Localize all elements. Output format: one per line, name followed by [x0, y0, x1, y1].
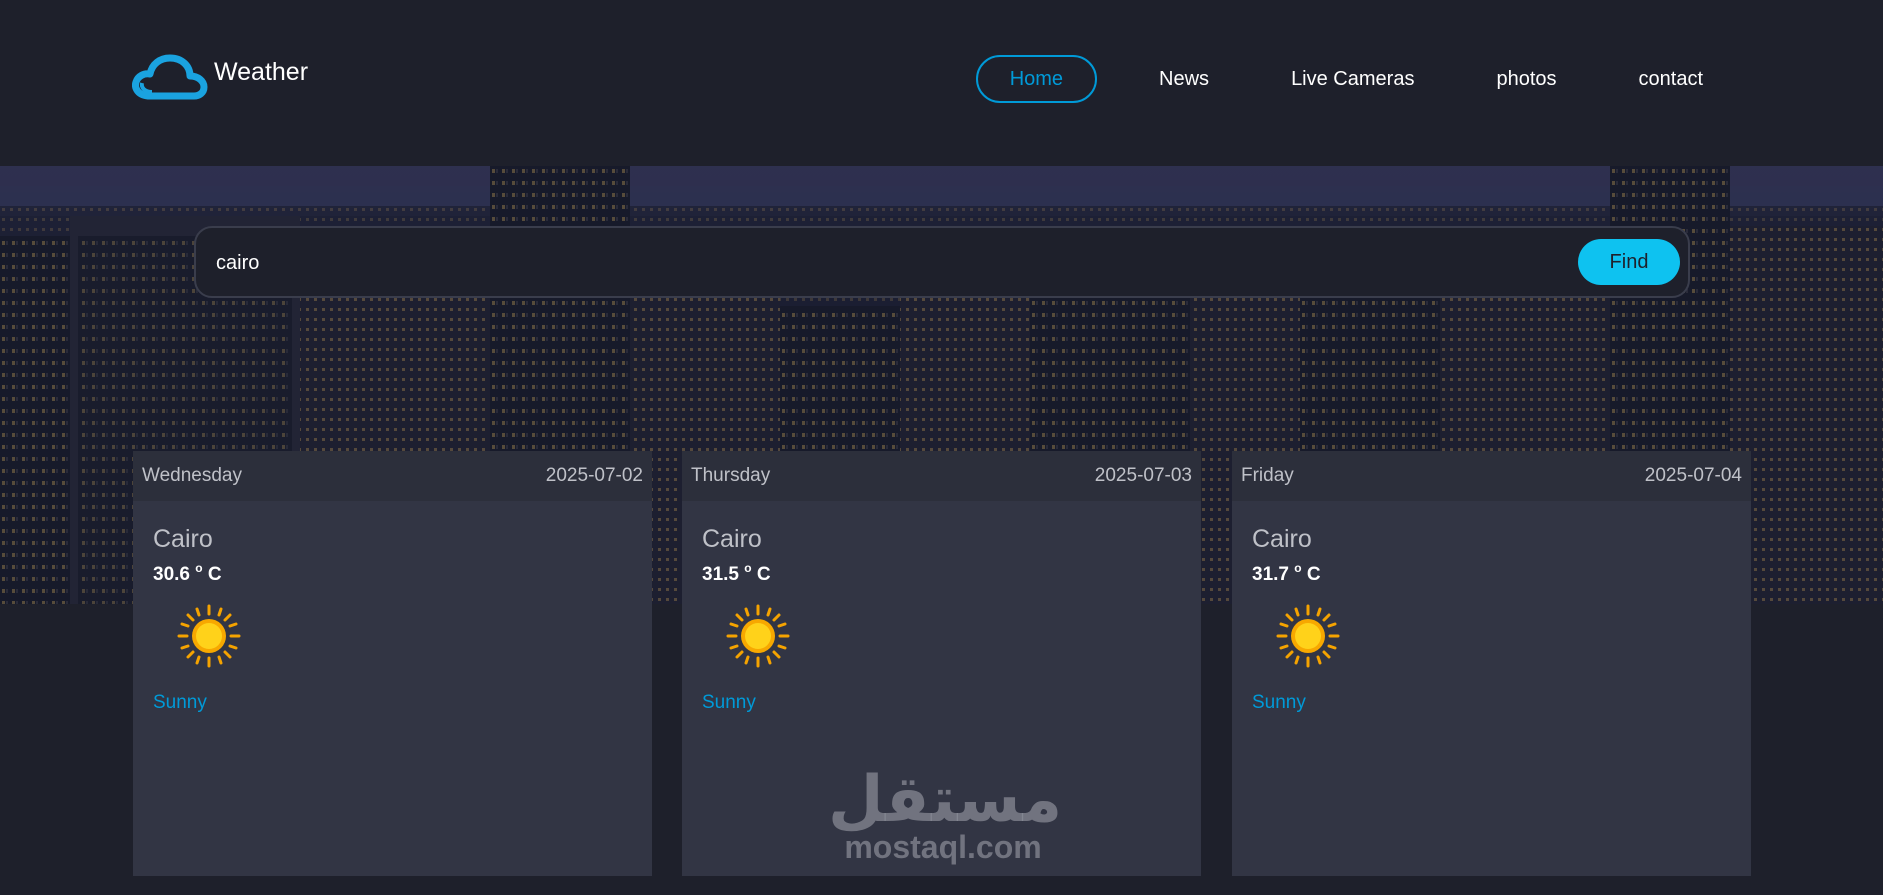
- nav-contact[interactable]: contact: [1619, 57, 1723, 101]
- sun-icon: [726, 604, 790, 668]
- card-body: Cairo 30.6 o C Sunny: [133, 501, 652, 734]
- sun-icon: [1276, 604, 1340, 668]
- date-label: 2025-07-02: [545, 465, 643, 486]
- day-label: Thursday: [691, 465, 771, 486]
- temperature: 30.6 o C: [153, 561, 222, 585]
- forecast-card-wednesday: Wednesday 2025-07-02 Cairo 30.6 o C Sunn…: [133, 451, 652, 876]
- site-header: Weather Home News Live Cameras photos co…: [0, 0, 1883, 166]
- condition-text: Sunny: [1252, 692, 1306, 713]
- cloud-logo-icon: [132, 54, 208, 100]
- logo[interactable]: Weather: [132, 54, 308, 100]
- search-bar: Find: [194, 226, 1690, 298]
- forecast-card-friday: Friday 2025-07-04 Cairo 31.7 o C Sunny: [1232, 451, 1751, 876]
- card-header: Thursday 2025-07-03: [682, 451, 1201, 501]
- brand-name: Weather: [214, 57, 309, 86]
- card-header: Friday 2025-07-04: [1232, 451, 1751, 501]
- watermark-arabic: مستقل: [828, 763, 1063, 837]
- find-button[interactable]: Find: [1578, 239, 1680, 285]
- city-name: Cairo: [153, 525, 213, 553]
- day-label: Wednesday: [142, 465, 242, 486]
- city-name: Cairo: [1252, 525, 1312, 553]
- condition-text: Sunny: [702, 692, 756, 713]
- nav-photos[interactable]: photos: [1476, 57, 1576, 101]
- search-input[interactable]: [214, 242, 1558, 284]
- sun-icon: [177, 604, 241, 668]
- nav-live-cameras[interactable]: Live Cameras: [1271, 57, 1434, 101]
- watermark-latin: mostaql.com: [844, 829, 1042, 865]
- date-label: 2025-07-03: [1094, 465, 1192, 486]
- nav-news[interactable]: News: [1139, 57, 1229, 101]
- nav-home[interactable]: Home: [975, 55, 1098, 103]
- watermark: مستقل mostaql.com: [828, 763, 1063, 865]
- card-body: Cairo 31.5 o C Sunny: [682, 501, 1201, 734]
- day-label: Friday: [1241, 465, 1294, 486]
- card-header: Wednesday 2025-07-02: [133, 451, 652, 501]
- date-label: 2025-07-04: [1644, 465, 1742, 486]
- main-nav: Home News Live Cameras photos contact: [975, 55, 1723, 103]
- temperature: 31.5 o C: [702, 561, 771, 585]
- condition-text: Sunny: [153, 692, 207, 713]
- temperature: 31.7 o C: [1252, 561, 1321, 585]
- page: Weather Home News Live Cameras photos co…: [0, 0, 1883, 895]
- city-name: Cairo: [702, 525, 762, 553]
- card-body: Cairo 31.7 o C Sunny: [1232, 501, 1751, 734]
